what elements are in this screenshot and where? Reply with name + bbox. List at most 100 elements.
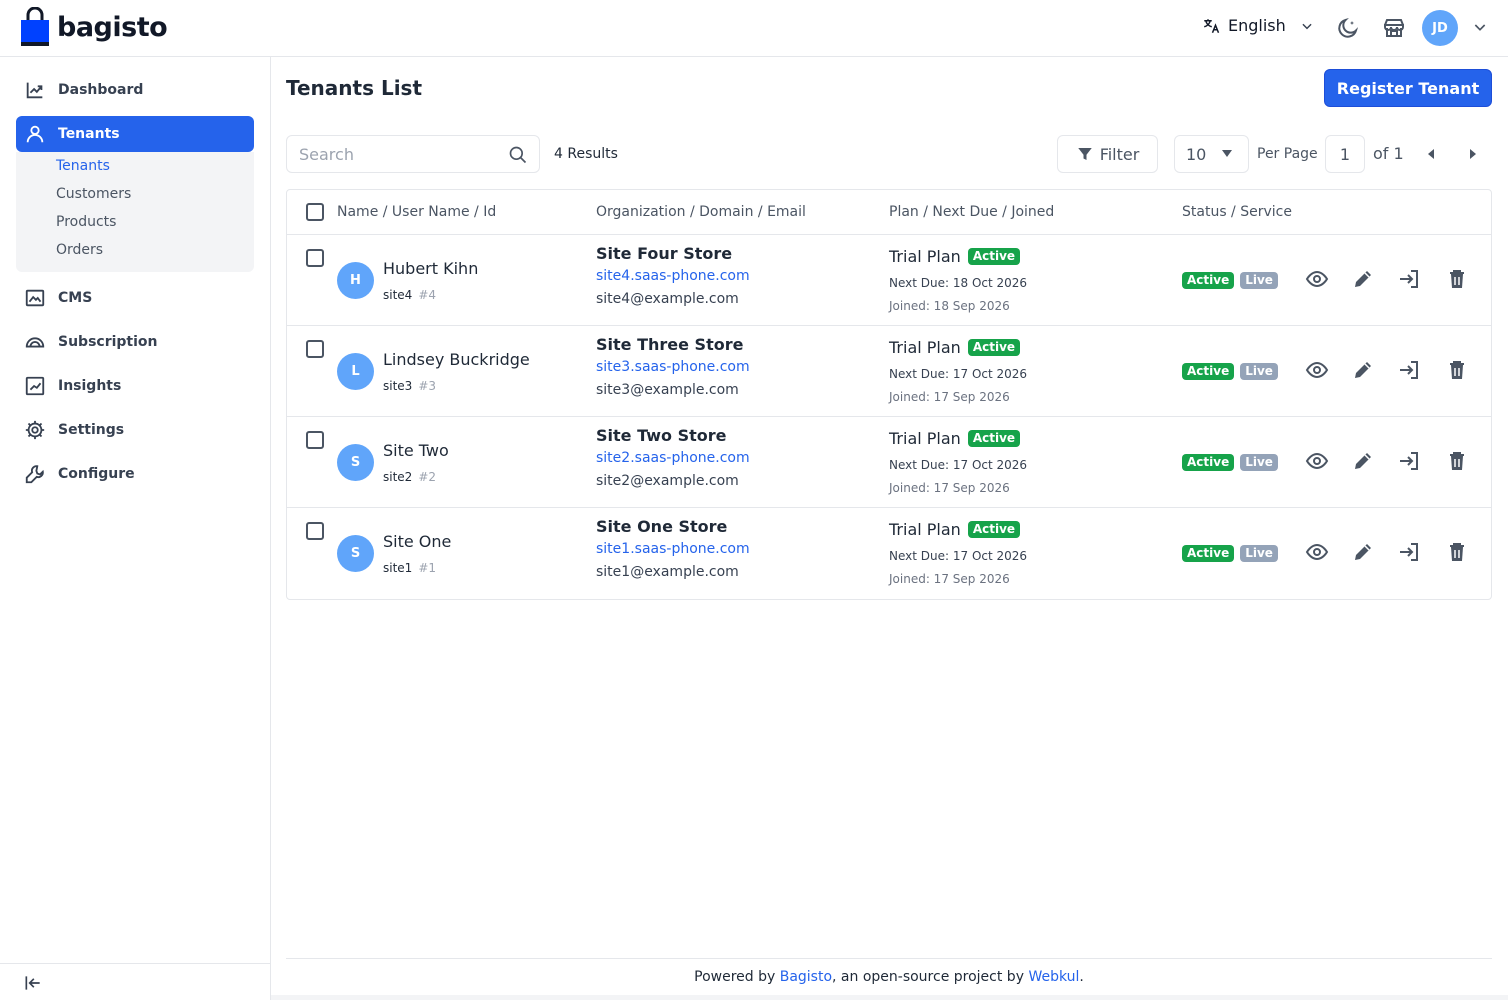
footer-suffix: . xyxy=(1079,969,1084,985)
tenant-name: Site One xyxy=(383,532,452,551)
edit-icon[interactable] xyxy=(1350,266,1376,292)
login-icon[interactable] xyxy=(1396,539,1422,565)
tenant-name: Site Two xyxy=(383,441,449,460)
status-service: Active Live xyxy=(1182,545,1278,562)
brand-logo[interactable]: bagisto xyxy=(20,7,168,47)
page-title: Tenants List xyxy=(286,76,423,100)
wrench-icon xyxy=(25,465,44,484)
sidebar-item-insights[interactable]: Insights xyxy=(16,368,254,404)
status-badge: Active xyxy=(1182,454,1235,471)
status-service: Active Live xyxy=(1182,363,1278,380)
sidebar-item-cms[interactable]: CMS xyxy=(16,280,254,316)
table-row: H Hubert Kihn site4 #4 Site Four Store si… xyxy=(287,235,1491,326)
webkul-link[interactable]: Webkul xyxy=(1028,969,1079,985)
tenant-email: site2@example.com xyxy=(596,473,739,489)
login-icon[interactable] xyxy=(1396,357,1422,383)
sidebar-item-configure[interactable]: Configure xyxy=(16,456,254,492)
prev-page-icon[interactable] xyxy=(1423,145,1439,163)
plan-text: Trial Plan xyxy=(889,520,961,539)
sidebar-item-label: CMS xyxy=(58,290,93,306)
plan-text: Trial Plan xyxy=(889,429,961,448)
user-icon xyxy=(26,125,44,143)
view-icon[interactable] xyxy=(1304,266,1330,292)
plan-status-badge: Active xyxy=(967,521,1021,538)
tenant-email: site1@example.com xyxy=(596,564,739,580)
total-pages-label: of 1 xyxy=(1373,144,1404,163)
table-row: S Site One site1 #1 Site One Store site1.… xyxy=(287,508,1491,599)
column-header-organization[interactable]: Organization / Domain / Email xyxy=(596,204,806,220)
delete-icon[interactable] xyxy=(1444,357,1470,383)
edit-icon[interactable] xyxy=(1350,357,1376,383)
search-icon[interactable] xyxy=(508,145,528,165)
register-tenant-button[interactable]: Register Tenant xyxy=(1324,69,1492,107)
tenant-domain-link[interactable]: site1.saas-phone.com xyxy=(596,541,750,557)
column-header-status[interactable]: Status / Service xyxy=(1182,204,1292,220)
submenu-item-orders[interactable]: Orders xyxy=(56,242,103,258)
search-input[interactable] xyxy=(287,136,497,172)
tenants-table: Name / User Name / Id Organization / Dom… xyxy=(286,189,1492,600)
plan-name: Trial Plan Active xyxy=(889,520,1021,539)
delete-icon[interactable] xyxy=(1444,266,1470,292)
sidebar-item-label: Settings xyxy=(58,422,125,438)
sidebar-item-subscription[interactable]: Subscription xyxy=(16,324,254,360)
delete-icon[interactable] xyxy=(1444,448,1470,474)
row-checkbox[interactable] xyxy=(306,522,324,540)
next-due-date: Next Due: 17 Oct 2026 xyxy=(889,549,1028,563)
tenant-id: #4 xyxy=(418,288,437,302)
next-due-date: Next Due: 17 Oct 2026 xyxy=(889,367,1028,381)
bagisto-link[interactable]: Bagisto xyxy=(780,969,832,985)
select-all-checkbox[interactable] xyxy=(306,203,324,221)
edit-icon[interactable] xyxy=(1350,448,1376,474)
submenu-item-customers[interactable]: Customers xyxy=(56,186,131,202)
language-switcher[interactable]: English xyxy=(1202,16,1322,35)
brand-name: bagisto xyxy=(57,11,168,43)
plan-status-badge: Active xyxy=(967,339,1021,356)
row-checkbox[interactable] xyxy=(306,431,324,449)
tenant-domain-link[interactable]: site3.saas-phone.com xyxy=(596,359,750,375)
cms-icon xyxy=(25,289,45,307)
login-icon[interactable] xyxy=(1396,448,1422,474)
tenant-id: #3 xyxy=(418,379,437,393)
plan-status-badge: Active xyxy=(967,430,1021,447)
username-text: site3 xyxy=(383,379,413,393)
tenant-domain-link[interactable]: site2.saas-phone.com xyxy=(596,450,750,466)
chevron-down-icon[interactable] xyxy=(1472,19,1488,39)
user-avatar[interactable]: JD xyxy=(1422,10,1458,46)
filter-button[interactable]: Filter xyxy=(1057,135,1158,173)
storefront-icon[interactable] xyxy=(1382,16,1406,44)
current-page-input[interactable]: 1 xyxy=(1325,135,1365,173)
tenant-name: Lindsey Buckridge xyxy=(383,350,530,369)
submenu-item-tenants[interactable]: Tenants xyxy=(56,158,110,174)
sidebar-item-dashboard[interactable]: Dashboard xyxy=(16,72,254,108)
plan-name: Trial Plan Active xyxy=(889,338,1021,357)
view-icon[interactable] xyxy=(1304,448,1330,474)
sidebar-item-tenants[interactable]: Tenants xyxy=(16,116,254,152)
row-checkbox[interactable] xyxy=(306,340,324,358)
column-header-name[interactable]: Name / User Name / Id xyxy=(337,204,496,220)
results-count: 4 Results xyxy=(554,146,618,162)
joined-date: Joined: 17 Sep 2026 xyxy=(889,572,1010,586)
search-box xyxy=(286,135,540,173)
view-icon[interactable] xyxy=(1304,357,1330,383)
tenant-domain-link[interactable]: site4.saas-phone.com xyxy=(596,268,750,284)
tenant-name: Hubert Kihn xyxy=(383,259,479,278)
sidebar: Dashboard Tenants Tenants Customers Prod… xyxy=(0,57,271,1000)
submenu-item-products[interactable]: Products xyxy=(56,214,116,230)
dark-mode-icon[interactable] xyxy=(1336,16,1360,44)
sidebar-item-settings[interactable]: Settings xyxy=(16,412,254,448)
next-page-icon[interactable] xyxy=(1465,145,1481,163)
column-header-plan[interactable]: Plan / Next Due / Joined xyxy=(889,204,1054,220)
edit-icon[interactable] xyxy=(1350,539,1376,565)
caret-down-icon xyxy=(1222,150,1232,157)
per-page-select[interactable]: 10 xyxy=(1174,135,1249,173)
row-checkbox[interactable] xyxy=(306,249,324,267)
status-badge: Active xyxy=(1182,545,1235,562)
collapse-sidebar-button[interactable] xyxy=(0,963,270,1000)
footer-prefix: Powered by xyxy=(694,969,780,985)
login-icon[interactable] xyxy=(1396,266,1422,292)
delete-icon[interactable] xyxy=(1444,539,1470,565)
joined-date: Joined: 18 Sep 2026 xyxy=(889,299,1010,313)
view-icon[interactable] xyxy=(1304,539,1330,565)
tenant-username: site2 #2 xyxy=(383,470,436,484)
organization-name: Site Four Store xyxy=(596,244,733,263)
